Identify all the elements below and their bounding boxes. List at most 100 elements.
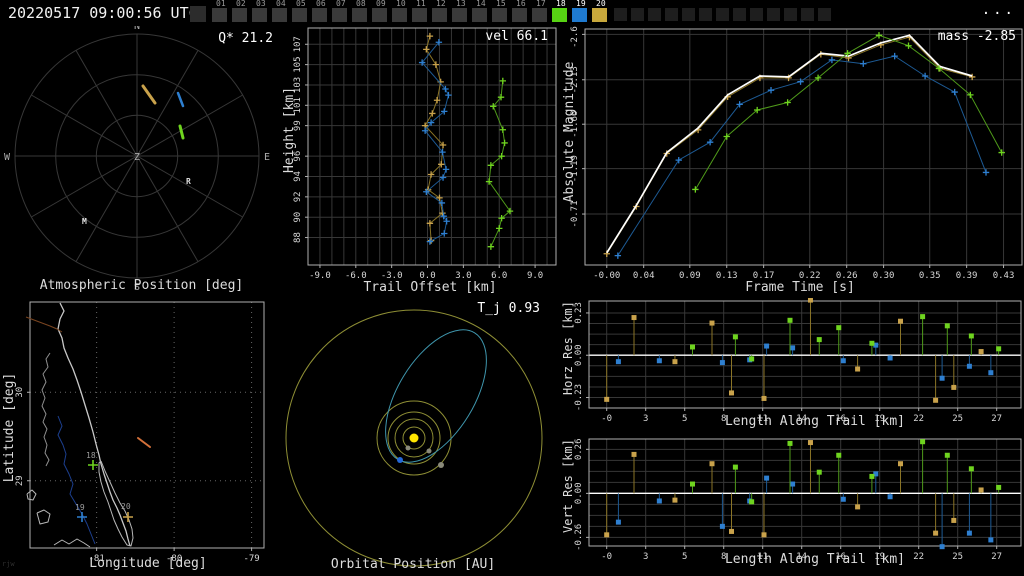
svg-text:20: 20 — [121, 502, 131, 511]
svg-text:0.26: 0.26 — [574, 438, 584, 460]
tab-label-04: 04 — [276, 0, 286, 8]
tab-label-17: 17 — [536, 0, 546, 8]
mag-ylabel: Absolute Magnitude — [562, 61, 577, 203]
tab-slot-empty[interactable] — [665, 8, 678, 21]
tab-label-12: 12 — [436, 0, 446, 8]
tab-label-13: 13 — [456, 0, 466, 8]
svg-text:0.00: 0.00 — [574, 344, 584, 366]
tab-label-10: 10 — [396, 0, 406, 8]
svg-text:E: E — [264, 152, 270, 163]
watermark: rjw — [2, 560, 15, 568]
svg-text:-0.23: -0.23 — [574, 384, 584, 411]
tab-13[interactable] — [452, 8, 467, 22]
tab-label-11: 11 — [416, 0, 426, 8]
svg-text:25: 25 — [952, 414, 963, 424]
tab-10[interactable] — [392, 8, 407, 22]
meteor-analysis-app: 20220517 09:00:56 UTC 01 02 03 04 05 06 07 08 09… — [0, 0, 1024, 576]
tab-17[interactable] — [532, 8, 547, 22]
tab-label-01: 01 — [216, 0, 226, 8]
tab-19[interactable] — [572, 8, 587, 22]
svg-text:N: N — [134, 26, 140, 32]
tab-label-18: 18 — [556, 0, 566, 8]
svg-text:18: 18 — [86, 451, 96, 460]
tab-slot-empty[interactable] — [682, 8, 695, 21]
tab-slot-empty-leading[interactable] — [190, 6, 206, 22]
tab-slot-empty[interactable] — [818, 8, 831, 21]
svg-text:0.35: 0.35 — [919, 271, 941, 281]
velocity-value: vel 66.1 — [485, 29, 548, 44]
overflow-menu-button[interactable]: ... — [982, 2, 1016, 18]
light-curve-plot: -0.00 0.04 0.09 0.13 0.17 0.22 0.26 0.30 0.35 0.3… — [570, 26, 1023, 281]
mass-value: mass -2.85 — [937, 29, 1016, 44]
tab-20[interactable] — [592, 8, 607, 22]
svg-text:19: 19 — [75, 503, 85, 512]
map-xlabel: Longitude [deg] — [89, 556, 207, 571]
svg-text:M: M — [82, 217, 87, 226]
top-bar: 20220517 09:00:56 UTC 01 02 03 04 05 06 07 08 09… — [0, 0, 1024, 26]
svg-text:90: 90 — [293, 212, 303, 223]
svg-text:-0.00: -0.00 — [593, 271, 620, 281]
tab-label-20: 20 — [596, 0, 606, 8]
tab-06[interactable] — [312, 8, 327, 22]
svg-text:Z: Z — [134, 152, 140, 163]
tab-slot-empty[interactable] — [614, 8, 627, 21]
tab-label-16: 16 — [516, 0, 526, 8]
svg-text:R: R — [186, 177, 191, 186]
tab-slot-empty[interactable] — [767, 8, 780, 21]
tab-label-07: 07 — [336, 0, 346, 8]
trail-offset-plot: -9.0 -6.0 -3.0 0.0 3.0 6.0 9.08890929496991011… — [293, 27, 557, 281]
svg-text:0.23: 0.23 — [574, 302, 584, 324]
svg-text:27: 27 — [991, 414, 1002, 424]
svg-text:3: 3 — [643, 552, 648, 562]
tab-label-15: 15 — [496, 0, 506, 8]
orbital-position-plot — [285, 309, 543, 567]
svg-text:-0: -0 — [601, 552, 612, 562]
tab-label-14: 14 — [476, 0, 486, 8]
tab-01[interactable] — [212, 8, 227, 22]
tab-slot-empty[interactable] — [699, 8, 712, 21]
tab-slot-empty[interactable] — [750, 8, 763, 21]
tab-15[interactable] — [492, 8, 507, 22]
tab-slot-empty[interactable] — [716, 8, 729, 21]
svg-text:27: 27 — [991, 552, 1002, 562]
tab-label-08: 08 — [356, 0, 366, 8]
svg-text:25: 25 — [952, 552, 963, 562]
tab-slot-empty[interactable] — [733, 8, 746, 21]
tab-label-09: 09 — [376, 0, 386, 8]
tab-slot-empty[interactable] — [631, 8, 644, 21]
horz-ylabel: Horz Res [km] — [561, 301, 575, 395]
svg-text:5: 5 — [682, 552, 687, 562]
tab-label-06: 06 — [316, 0, 326, 8]
svg-text:-9.0: -9.0 — [309, 271, 331, 281]
svg-text:0.39: 0.39 — [956, 271, 978, 281]
vert-ylabel: Vert Res [km] — [561, 439, 575, 533]
q-value: Q* 21.2 — [218, 31, 273, 46]
tab-slot-empty[interactable] — [648, 8, 661, 21]
tab-05[interactable] — [292, 8, 307, 22]
tab-03[interactable] — [252, 8, 267, 22]
horz-xlabel: Length Along Trail [km] — [724, 414, 905, 429]
orbit-xlabel: Orbital Position [AU] — [330, 557, 496, 572]
tab-07[interactable] — [332, 8, 347, 22]
svg-text:3: 3 — [643, 414, 648, 424]
tab-14[interactable] — [472, 8, 487, 22]
svg-text:0.00: 0.00 — [574, 483, 584, 505]
tab-09[interactable] — [372, 8, 387, 22]
tab-16[interactable] — [512, 8, 527, 22]
tab-slot-empty[interactable] — [784, 8, 797, 21]
tab-11[interactable] — [412, 8, 427, 22]
tisserand-value: T_j 0.93 — [477, 301, 540, 316]
mag-xlabel: Frame Time [s] — [745, 280, 855, 295]
tab-18[interactable] — [552, 8, 567, 22]
polar-xlabel: Atmospheric Position [deg] — [39, 278, 244, 293]
tab-04[interactable] — [272, 8, 287, 22]
tab-08[interactable] — [352, 8, 367, 22]
svg-text:0.09: 0.09 — [679, 271, 701, 281]
tab-12[interactable] — [432, 8, 447, 22]
tab-label-02: 02 — [236, 0, 246, 8]
svg-text:107: 107 — [293, 36, 303, 52]
tab-slot-empty[interactable] — [801, 8, 814, 21]
tab-02[interactable] — [232, 8, 247, 22]
event-tab-strip: 01 02 03 04 05 06 07 08 09 10 11 12 13 14 15 16 17 18 19 20 — [0, 0, 990, 26]
trail-xlabel: Trail Offset [km] — [363, 280, 497, 295]
